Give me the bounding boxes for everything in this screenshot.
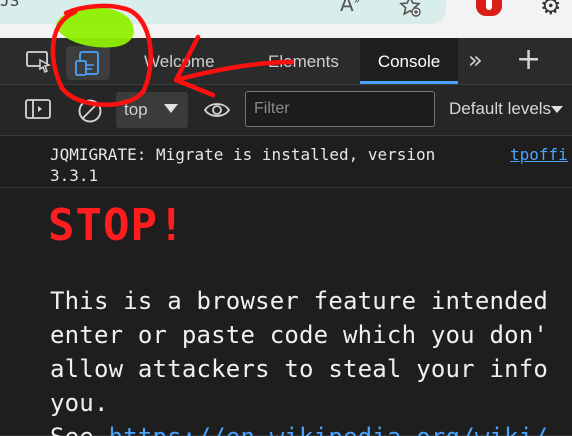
- see-line: See https://en.wikipedia.org/wiki/: [50, 420, 572, 436]
- eye-icon[interactable]: [202, 97, 232, 123]
- wikipedia-link[interactable]: https://en.wikipedia.org/wiki/: [109, 423, 548, 436]
- warning-line: allow attackers to steal your info: [50, 355, 549, 383]
- context-selector[interactable]: top: [116, 92, 188, 128]
- read-aloud-icon[interactable]: A»: [340, 0, 360, 16]
- log-levels-dropdown[interactable]: Default levels: [449, 99, 551, 119]
- browser-toolbar: JS A» ⚙: [0, 0, 572, 38]
- screenshot-root: JS A» ⚙ Welcome Elements Console » + top…: [0, 0, 572, 436]
- warning-line: enter or paste code which you don': [50, 321, 549, 349]
- levels-chevron-down-icon: [551, 106, 563, 113]
- source-link[interactable]: tpoffi: [510, 144, 568, 165]
- favorites-icon[interactable]: [398, 0, 422, 18]
- chevron-down-icon: [164, 104, 178, 113]
- sidebar-toggle-icon[interactable]: [24, 97, 52, 121]
- console-message: STOP! This is a browser feature intended…: [0, 188, 572, 436]
- tab-elements[interactable]: Elements: [268, 38, 339, 84]
- stop-warning-title: STOP!: [48, 200, 186, 251]
- gear-icon[interactable]: ⚙: [540, 0, 562, 20]
- add-tab-button[interactable]: +: [516, 38, 541, 84]
- more-tabs-button[interactable]: »: [468, 38, 483, 84]
- devtools-tab-bar: Welcome Elements Console » +: [0, 38, 572, 85]
- clear-console-icon[interactable]: [76, 97, 104, 125]
- tab-console[interactable]: Console: [360, 38, 458, 84]
- warning-line: This is a browser feature intended: [50, 287, 549, 315]
- self-xss-warning: This is a browser feature intended enter…: [50, 284, 572, 436]
- context-label: top: [124, 100, 148, 119]
- extension-icon[interactable]: [476, 0, 502, 16]
- device-toolbar-icon: [75, 51, 99, 76]
- address-bar[interactable]: [0, 0, 446, 24]
- filter-input[interactable]: [245, 91, 435, 127]
- tab-welcome[interactable]: Welcome: [144, 38, 215, 84]
- console-output: JQMIGRATE: Migrate is installed, version…: [0, 136, 572, 436]
- address-bar-text: JS: [0, 0, 20, 10]
- device-emulation-button[interactable]: [66, 46, 110, 80]
- console-toolbar: top Default levels: [0, 85, 572, 136]
- warning-line: you.: [50, 389, 109, 417]
- see-prefix: See: [50, 423, 109, 436]
- log-message-text: JQMIGRATE: Migrate is installed, version…: [50, 145, 445, 185]
- inspect-icon: [26, 51, 52, 73]
- inspect-element-button[interactable]: [22, 38, 56, 84]
- console-message: JQMIGRATE: Migrate is installed, version…: [0, 136, 572, 188]
